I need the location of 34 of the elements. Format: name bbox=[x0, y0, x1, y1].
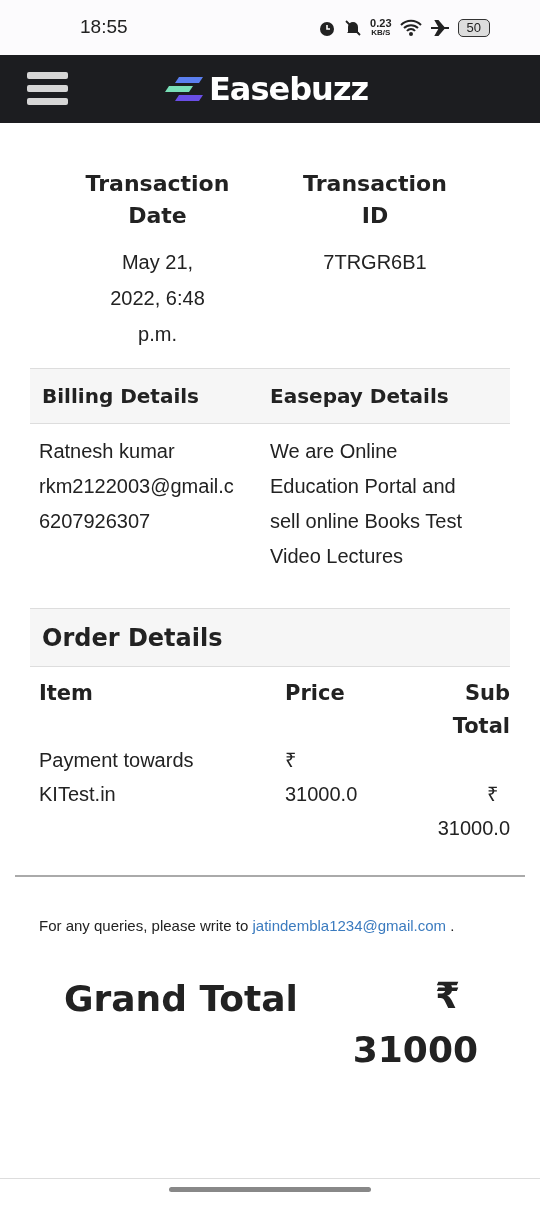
status-time: 18:55 bbox=[80, 15, 128, 40]
logo-icon bbox=[165, 74, 205, 104]
battery-indicator: 50 bbox=[457, 18, 490, 37]
net-speed: 0.23 bbox=[370, 18, 392, 29]
airplane-icon bbox=[429, 18, 450, 37]
table-cell-text: 31000.0 bbox=[437, 816, 510, 841]
grand-total-amount: 31000 bbox=[352, 1027, 478, 1072]
column-heading: Transaction Date bbox=[84, 170, 231, 230]
billing-line: rkm2122003@gmail.c bbox=[39, 474, 235, 499]
grand-total-label: Grand Total bbox=[64, 976, 298, 1021]
billing-line: 6207926307 bbox=[39, 509, 152, 534]
bell-muted-icon bbox=[344, 18, 363, 37]
merchant-description: We are Online Education Portal and sell online Books Test Video Lectures bbox=[270, 439, 463, 569]
currency-symbol: ₹ bbox=[285, 748, 296, 773]
section-heading: Easepay Details bbox=[270, 383, 449, 410]
column-heading: Item bbox=[38, 680, 94, 707]
wifi-icon bbox=[399, 18, 422, 37]
menu-icon[interactable] bbox=[27, 72, 68, 106]
section-heading: Billing Details bbox=[41, 383, 201, 410]
net-unit: KB/S bbox=[371, 29, 391, 37]
billing-line: Ratnesh kumar bbox=[39, 439, 176, 464]
column-heading: Price bbox=[285, 680, 346, 707]
table-cell-text: May 21, 2022, 6:48 p.m. bbox=[109, 250, 206, 347]
brand-name: Easebuzz bbox=[209, 69, 369, 110]
currency-symbol: ₹ bbox=[487, 782, 498, 807]
column-heading: Sub Total bbox=[451, 680, 510, 740]
table-cell-text: 31000.0 bbox=[285, 782, 359, 807]
table-cell-text: 7TRGR6B1 bbox=[322, 250, 428, 275]
currency-symbol: ₹ bbox=[434, 973, 460, 1018]
queries-note: For any queries, please write to jatindembla1234@gmail.com . bbox=[38, 916, 456, 936]
section-heading: Order Details bbox=[41, 622, 223, 654]
email-link[interactable]: jatindembla1234@gmail.com bbox=[252, 917, 447, 934]
table-cell-text: Payment towards KITest.in bbox=[38, 748, 195, 807]
column-heading: Transaction ID bbox=[302, 170, 448, 230]
